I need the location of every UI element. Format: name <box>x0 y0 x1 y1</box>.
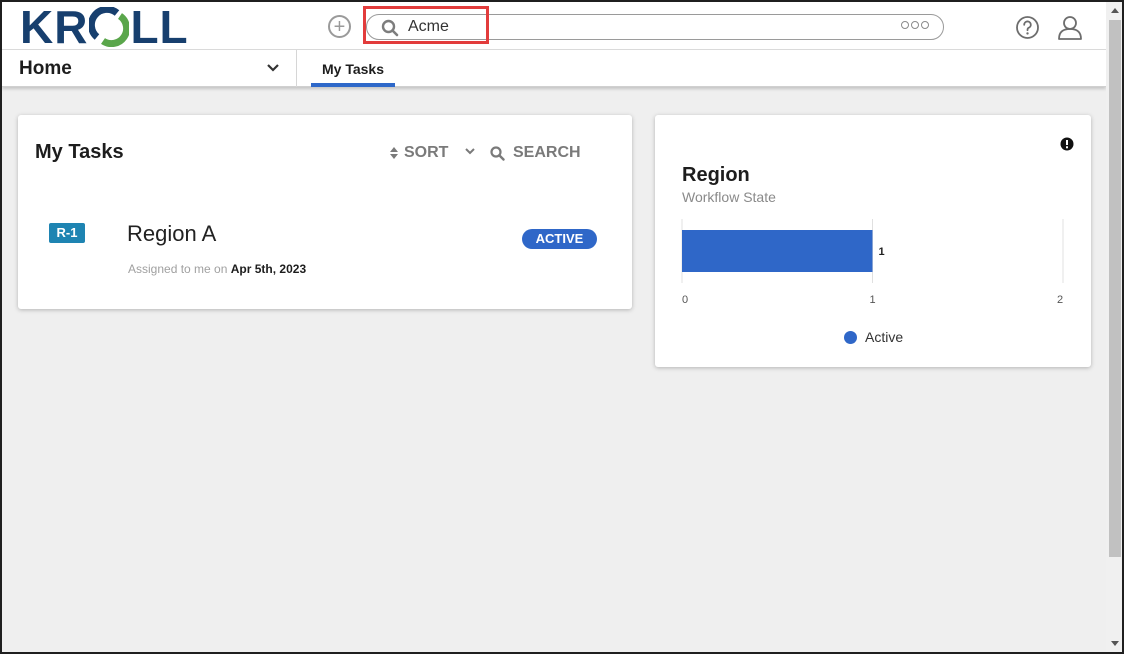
task-id-badge: R-1 <box>49 223 85 243</box>
question-circle-icon[interactable] <box>1015 15 1040 40</box>
app-window: KR LL + Acme Home My Tasks My Tasks SORT… <box>0 0 1124 654</box>
search-label: SEARCH <box>513 144 581 161</box>
chart-tick-label: 0 <box>682 294 688 306</box>
card-title: My Tasks <box>35 141 124 163</box>
nav-bar: Home My Tasks <box>2 50 1106 87</box>
status-badge: ACTIVE <box>522 229 597 249</box>
plus-circle-icon[interactable]: + <box>328 15 351 38</box>
assigned-date: Apr 5th, 2023 <box>230 262 307 276</box>
alert-icon[interactable] <box>1060 137 1074 151</box>
region-chart-card: Region Workflow State 1 0 1 2 Active <box>655 115 1091 367</box>
task-name[interactable]: Region A <box>127 221 216 247</box>
search-options-icon[interactable] <box>901 21 929 29</box>
search-value: Acme <box>408 18 449 35</box>
logo-o-mark-icon <box>89 7 130 47</box>
my-tasks-card: My Tasks SORT SEARCH R-1 Region A Assign… <box>18 115 632 309</box>
legend-swatch <box>844 330 857 344</box>
chart-data-label: 1 <box>879 246 885 258</box>
scroll-thumb[interactable] <box>1109 20 1121 557</box>
chart-bar[interactable] <box>682 230 873 272</box>
sort-icon <box>390 147 398 159</box>
chevron-down-icon[interactable] <box>464 147 476 156</box>
home-label: Home <box>19 58 72 79</box>
top-bar: KR LL + Acme <box>2 2 1106 50</box>
scroll-down-arrow-icon[interactable] <box>1110 638 1120 648</box>
region-bar-chart: 1 0 1 2 <box>681 219 1064 306</box>
task-list-item[interactable]: R-1 Region A Assigned to me on Apr 5th, … <box>18 205 632 285</box>
active-tab-indicator <box>311 83 395 87</box>
legend-label: Active <box>865 329 904 345</box>
chart-tick-label: 1 <box>869 294 875 306</box>
search-tasks-button[interactable]: SEARCH <box>490 144 581 162</box>
logo-text-end: LL <box>130 1 189 53</box>
search-icon <box>381 19 399 37</box>
assigned-prefix: Assigned to me on <box>128 262 228 276</box>
chart-title: Region <box>682 164 750 186</box>
scroll-up-arrow-icon[interactable] <box>1110 6 1120 16</box>
tab-label: My Tasks <box>322 61 384 77</box>
tab-my-tasks[interactable]: My Tasks <box>311 50 395 87</box>
sort-label: SORT <box>404 144 449 161</box>
home-dropdown[interactable]: Home <box>2 50 297 87</box>
vertical-scrollbar[interactable] <box>1106 2 1122 652</box>
global-search-input[interactable]: Acme <box>366 14 944 40</box>
logo-text-start: KR <box>20 1 89 53</box>
sort-button[interactable]: SORT <box>389 144 448 162</box>
chart-legend[interactable]: Active <box>844 329 903 345</box>
kroll-logo[interactable]: KR LL <box>20 1 189 53</box>
chart-tick-label: 2 <box>1057 294 1063 306</box>
task-assigned-info: Assigned to me on Apr 5th, 2023 <box>128 262 306 276</box>
chevron-down-icon <box>267 64 279 72</box>
search-icon <box>490 145 505 161</box>
user-icon[interactable] <box>1057 14 1083 40</box>
chart-subtitle: Workflow State <box>682 189 776 205</box>
